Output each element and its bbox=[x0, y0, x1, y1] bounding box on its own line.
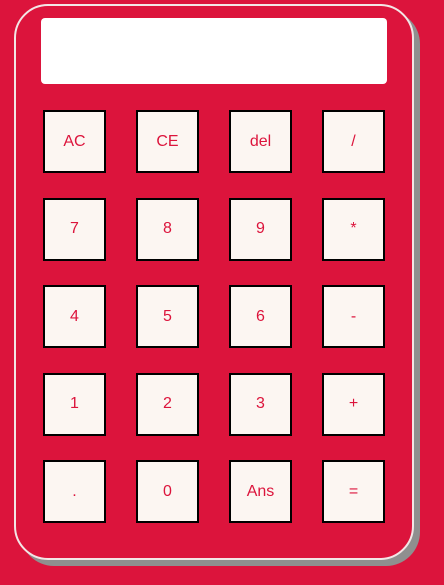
key-2-button[interactable]: 2 bbox=[136, 372, 199, 436]
key-0-button[interactable]: 0 bbox=[136, 460, 199, 523]
key-multiply-button[interactable]: * bbox=[322, 197, 385, 261]
key-decimal-button[interactable]: . bbox=[43, 460, 106, 523]
key-add-button[interactable]: + bbox=[322, 372, 385, 436]
key-ac-button[interactable]: AC bbox=[43, 110, 106, 173]
key-delete-button[interactable]: del bbox=[229, 110, 292, 173]
key-3-button[interactable]: 3 bbox=[229, 372, 292, 436]
key-divide-button[interactable]: / bbox=[322, 110, 385, 173]
calculator-body: AC CE del / 7 8 9 * 4 5 6 - 1 2 3 + . 0 … bbox=[14, 4, 414, 560]
key-6-button[interactable]: 6 bbox=[229, 285, 292, 348]
key-7-button[interactable]: 7 bbox=[43, 197, 106, 261]
keypad: AC CE del / 7 8 9 * 4 5 6 - 1 2 3 + . 0 … bbox=[43, 110, 385, 523]
key-ans-button[interactable]: Ans bbox=[229, 460, 292, 523]
key-5-button[interactable]: 5 bbox=[136, 285, 199, 348]
key-subtract-button[interactable]: - bbox=[322, 285, 385, 348]
key-8-button[interactable]: 8 bbox=[136, 197, 199, 261]
key-equals-button[interactable]: = bbox=[322, 460, 385, 523]
key-1-button[interactable]: 1 bbox=[43, 372, 106, 436]
key-4-button[interactable]: 4 bbox=[43, 285, 106, 348]
key-ce-button[interactable]: CE bbox=[136, 110, 199, 173]
key-9-button[interactable]: 9 bbox=[229, 197, 292, 261]
calculator-display bbox=[41, 18, 387, 84]
